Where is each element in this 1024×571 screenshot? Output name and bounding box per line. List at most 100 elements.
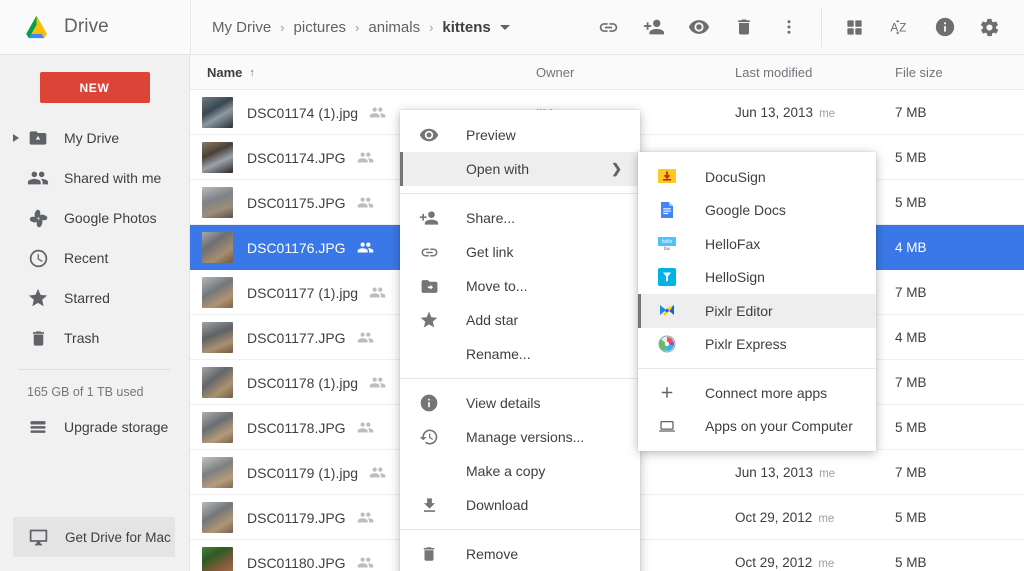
menu-item-add-star[interactable]: Add star — [400, 303, 640, 337]
last-modified-date: Jun 13, 2013 — [735, 465, 814, 480]
column-header-name[interactable]: Name ↑ — [207, 55, 255, 90]
sidebar-item-starred[interactable]: Starred — [0, 278, 189, 318]
last-modified-by: me — [818, 513, 835, 525]
submenu-item-docusign[interactable]: DocuSign — [638, 160, 876, 194]
grid-view-icon[interactable] — [832, 0, 877, 55]
file-thumbnail — [202, 142, 233, 173]
menu-item-manage-versions[interactable]: Manage versions... — [400, 420, 640, 454]
brand-area[interactable]: Drive — [0, 0, 190, 55]
menu-item-label: Share... — [466, 210, 516, 226]
google-drive-logo — [23, 15, 50, 39]
new-button[interactable]: NEW — [39, 72, 150, 103]
sidebar-label: Shared with me — [64, 170, 162, 186]
menu-item-download[interactable]: Download — [400, 488, 640, 522]
get-drive-for-mac-button[interactable]: Get Drive for Mac — [13, 517, 175, 557]
breadcrumb-item-kittens[interactable]: kittens — [442, 19, 490, 36]
open-with-submenu: DocuSign Google Docs hello fax HelloFax Hello… — [638, 152, 876, 451]
file-thumbnail — [202, 277, 233, 308]
last-modified-date: Oct 29, 2012 — [735, 555, 813, 570]
add-person-icon[interactable] — [631, 0, 676, 55]
menu-item-rename[interactable]: Rename... — [400, 337, 640, 371]
context-menu: Preview Open with ❯ Share... Get link Move to… — [400, 110, 640, 571]
chevron-down-icon[interactable] — [499, 24, 510, 30]
submenu-item-google-docs[interactable]: Google Docs — [638, 194, 876, 228]
menu-item-share[interactable]: Share... — [400, 201, 640, 235]
submenu-item-pixlr-editor[interactable]: Pixlr Editor — [638, 294, 876, 328]
file-thumbnail — [202, 367, 233, 398]
submenu-item-hellofax[interactable]: hello fax HelloFax — [638, 227, 876, 261]
settings-gear-icon[interactable] — [967, 0, 1012, 55]
shared-people-icon — [357, 225, 374, 270]
menu-item-open-with[interactable]: Open with ❯ — [400, 152, 640, 186]
file-name: DSC01178 (1).jpg — [247, 374, 359, 391]
more-vertical-icon[interactable] — [766, 0, 811, 55]
submenu-item-hellosign[interactable]: HelloSign — [638, 261, 876, 295]
submenu-item-connect-more-apps[interactable]: Connect more apps — [638, 376, 876, 410]
info-icon[interactable] — [922, 0, 967, 55]
column-header-last-modified[interactable]: Last modified — [735, 55, 812, 90]
last-modified-date: Oct 29, 2012 — [735, 510, 813, 525]
submenu-item-apps-on-your-computer[interactable]: Apps on your Computer — [638, 410, 876, 444]
sidebar-item-trash[interactable]: Trash — [0, 318, 189, 358]
sort-az-icon[interactable]: A Z — [877, 0, 922, 55]
menu-item-remove[interactable]: Remove — [400, 537, 640, 571]
file-size: 5 MB — [895, 420, 927, 435]
menu-item-make-a-copy[interactable]: Make a copy — [400, 454, 640, 488]
sidebar-item-shared-with-me[interactable]: Shared with me — [0, 158, 189, 198]
shared-people-icon — [357, 495, 374, 540]
sidebar-label: Starred — [64, 290, 110, 306]
svg-text:Z: Z — [899, 21, 906, 35]
file-size: 7 MB — [895, 105, 927, 120]
breadcrumb-item-my-drive[interactable]: My Drive — [212, 19, 271, 36]
breadcrumb-item-animals[interactable]: animals — [368, 19, 420, 36]
menu-item-preview[interactable]: Preview — [400, 118, 640, 152]
column-header-owner[interactable]: Owner — [536, 55, 574, 90]
menu-item-label: Preview — [466, 127, 516, 143]
submenu-chevron-right-icon: ❯ — [611, 161, 622, 176]
monitor-icon — [27, 526, 49, 548]
menu-item-get-link[interactable]: Get link — [400, 235, 640, 269]
breadcrumb-item-pictures[interactable]: pictures — [294, 19, 347, 36]
google-docs-icon — [658, 201, 676, 219]
add-person-icon — [418, 207, 440, 229]
last-modified-date: Jun 13, 2013 — [735, 105, 814, 120]
breadcrumb-separator: › — [429, 19, 434, 35]
menu-item-label: Make a copy — [466, 463, 546, 479]
sidebar-item-recent[interactable]: Recent — [0, 238, 189, 278]
breadcrumb-separator: › — [280, 19, 285, 35]
column-header-file-size[interactable]: File size — [895, 55, 943, 90]
shared-people-icon — [357, 135, 374, 180]
preview-eye-icon — [418, 124, 440, 146]
preview-eye-icon[interactable] — [676, 0, 721, 55]
sidebar-item-google-photos[interactable]: Google Photos — [0, 198, 189, 238]
trash-icon[interactable] — [721, 0, 766, 55]
file-thumbnail — [202, 322, 233, 353]
menu-item-view-details[interactable]: View details — [400, 386, 640, 420]
expand-arrow-icon[interactable] — [13, 134, 19, 142]
file-name: DSC01178.JPG — [247, 419, 346, 436]
column-header-name-label: Name — [207, 65, 243, 80]
laptop-icon — [658, 417, 676, 435]
file-size: 5 MB — [895, 510, 927, 525]
sidebar-label: Google Photos — [64, 210, 157, 226]
menu-item-label: Remove — [466, 546, 519, 562]
get-link-icon[interactable] — [586, 0, 631, 55]
sidebar-item-my-drive[interactable]: My Drive — [0, 118, 189, 158]
menu-item-move-to[interactable]: Move to... — [400, 269, 640, 303]
file-size: 5 MB — [895, 195, 927, 210]
menu-item-label: Get link — [466, 244, 514, 260]
download-icon — [418, 494, 440, 516]
file-name: DSC01179.JPG — [247, 509, 346, 526]
clock-icon — [27, 247, 49, 269]
sidebar-item-upgrade-storage[interactable]: Upgrade storage — [0, 407, 189, 447]
last-modified-by: me — [818, 558, 835, 570]
no-icon-placeholder — [418, 343, 440, 365]
pixlr-express-icon — [658, 335, 676, 353]
file-name: DSC01176.JPG — [247, 239, 346, 256]
storage-usage-text: 165 GB of 1 TB used — [27, 385, 144, 399]
submenu-item-label: Google Docs — [705, 202, 786, 219]
submenu-item-pixlr-express[interactable]: Pixlr Express — [638, 328, 876, 362]
file-name: DSC01177 (1).jpg — [247, 284, 359, 301]
storage-bars-icon — [27, 416, 49, 438]
toolbar-actions: A Z — [586, 0, 1024, 55]
